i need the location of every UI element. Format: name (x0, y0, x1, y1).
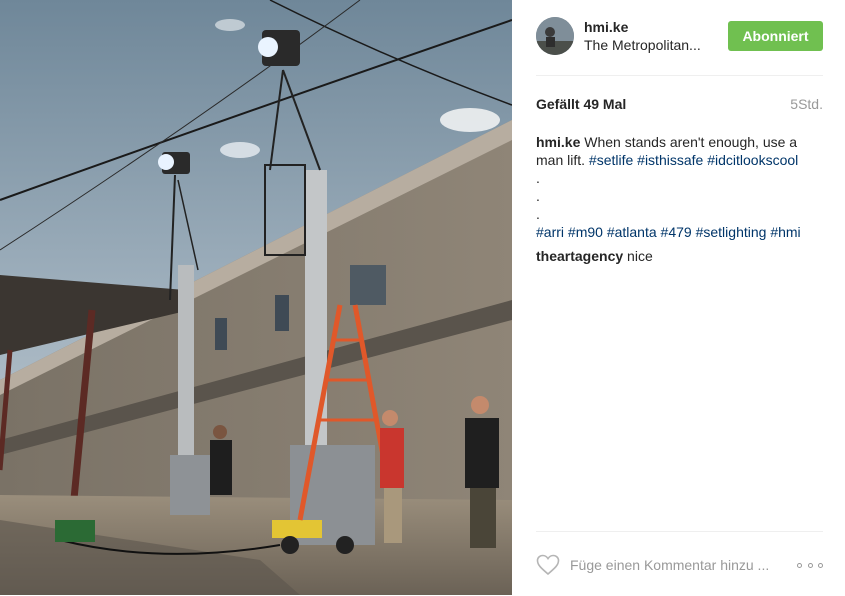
hashtag-link[interactable]: #setlighting (696, 224, 767, 240)
hashtag-link[interactable]: #isthissafe (637, 152, 703, 168)
comments-list: hmi.ke When stands aren't enough, use a … (536, 133, 826, 271)
post-sidebar: hmi.ke The Metropolitan... Abonniert Gef… (512, 0, 845, 595)
comment-text: nice (627, 248, 653, 264)
caption-author-link[interactable]: hmi.ke (536, 134, 580, 150)
photo-illustration (0, 0, 512, 595)
following-button[interactable]: Abonniert (728, 21, 823, 51)
post-time[interactable]: 5Std. (790, 96, 823, 112)
avatar[interactable] (536, 17, 574, 55)
post-photo[interactable] (0, 0, 512, 595)
caption-comment: hmi.ke When stands aren't enough, use a … (536, 133, 826, 241)
hashtag-link[interactable]: #hmi (770, 224, 800, 240)
hashtag-link[interactable]: #setlife (589, 152, 633, 168)
caption-dot: . (536, 206, 540, 222)
dot (797, 562, 802, 568)
heart-outline-icon[interactable] (536, 554, 560, 576)
hashtag-link[interactable]: #479 (661, 224, 692, 240)
location-link[interactable]: The Metropolitan... (584, 37, 719, 53)
caption-dot: . (536, 188, 540, 204)
comment-author-link[interactable]: theartagency (536, 248, 623, 264)
comment-input[interactable]: Füge einen Kommentar hinzu ... (570, 557, 780, 573)
dot (818, 562, 823, 568)
post-actions: Füge einen Kommentar hinzu ... (536, 531, 823, 596)
three-dots-icon[interactable] (797, 558, 823, 572)
caption-hashtags: #arri #m90 #atlanta #479 #setlighting #h… (536, 223, 826, 241)
username-link[interactable]: hmi.ke (584, 19, 628, 35)
caption-dot: . (536, 170, 540, 186)
avatar-image (536, 17, 574, 55)
hashtag-link[interactable]: #atlanta (607, 224, 657, 240)
hashtag-link[interactable]: #m90 (568, 224, 603, 240)
comment-item: theartagency nice (536, 247, 826, 265)
hashtag-link[interactable]: #idcitlookscool (707, 152, 798, 168)
post-header: hmi.ke The Metropolitan... Abonniert (536, 0, 823, 76)
likes-count[interactable]: Gefällt 49 Mal (536, 96, 626, 112)
dot (807, 562, 813, 568)
hashtag-link[interactable]: #arri (536, 224, 564, 240)
